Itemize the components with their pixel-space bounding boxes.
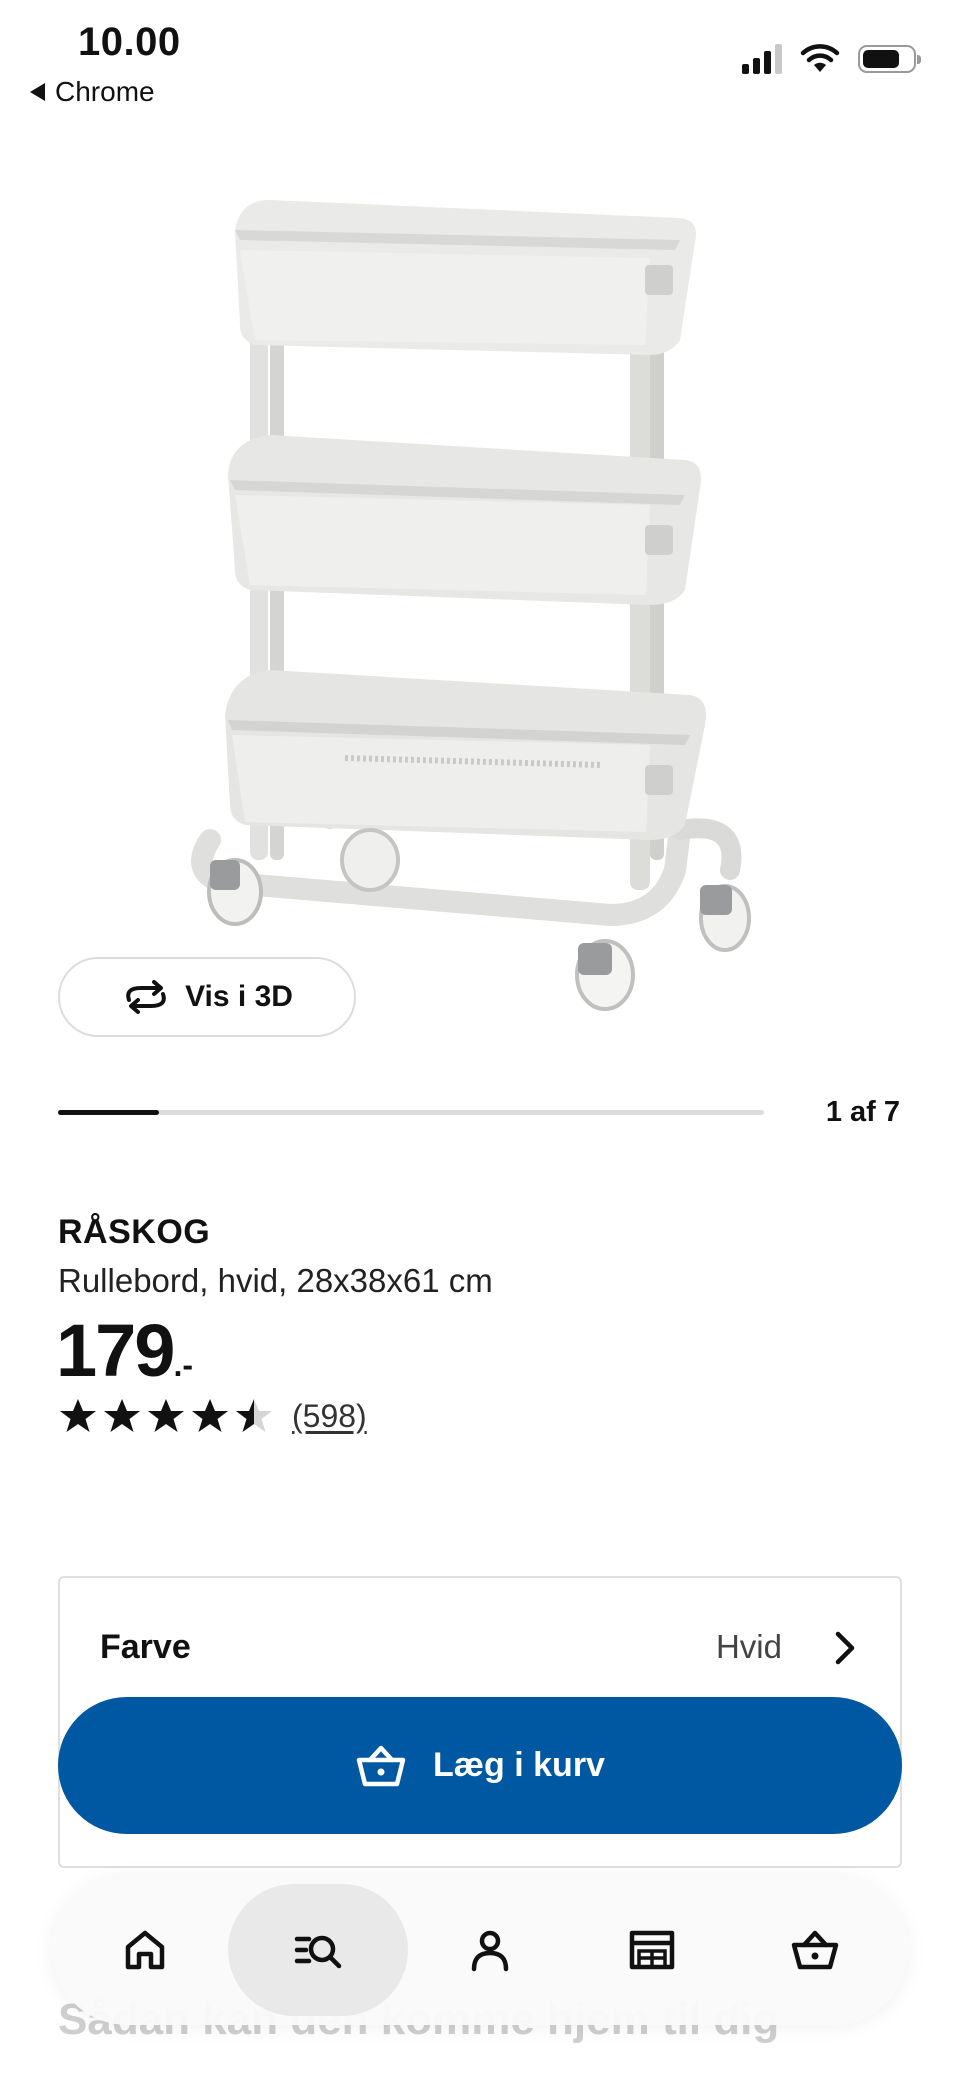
price-main: 179	[56, 1309, 175, 1392]
view-in-3d-label: Vis i 3D	[185, 980, 293, 1013]
cellular-signal-icon	[742, 44, 782, 74]
rating[interactable]: (598)	[58, 1396, 367, 1436]
gallery-progress-fill	[58, 1110, 159, 1115]
star-icon	[104, 1399, 140, 1432]
add-to-cart-label: Læg i kurv	[433, 1746, 605, 1784]
status-time: 10.00	[78, 20, 181, 64]
wifi-icon	[800, 44, 840, 72]
gallery-progress-bar	[58, 1110, 764, 1115]
home-icon	[125, 1930, 165, 1970]
back-triangle-icon	[30, 83, 45, 101]
star-icon	[60, 1399, 96, 1432]
basket-icon	[791, 1930, 838, 1970]
gallery-counter: 1 af 7	[825, 1096, 900, 1128]
chevron-right-icon	[835, 1631, 855, 1665]
star-icon	[192, 1399, 228, 1432]
back-app-label: Chrome	[55, 76, 155, 107]
product-image-trolley[interactable]	[180, 170, 780, 1050]
back-to-app-link[interactable]: Chrome	[30, 76, 155, 108]
bottom-navigation	[52, 1875, 908, 2025]
review-count-link[interactable]: (598)	[292, 1398, 367, 1435]
product-name: RÅSKOG	[58, 1213, 211, 1251]
basket-icon	[356, 1745, 406, 1786]
view-in-3d-button[interactable]: Vis i 3D	[58, 957, 356, 1037]
price-suffix: .-	[173, 1347, 194, 1383]
store-icon	[630, 1930, 675, 1970]
color-option-value: Hvid	[715, 1628, 782, 1665]
product-description: Rullebord, hvid, 28x38x61 cm	[58, 1262, 493, 1299]
color-option-label: Farve	[100, 1628, 191, 1666]
nav-profile[interactable]	[410, 1884, 570, 2016]
rotate-3d-icon	[126, 980, 166, 1014]
status-bar: 10.00 Chrome	[0, 0, 960, 120]
nav-search[interactable]	[227, 1884, 408, 2016]
star-icon	[148, 1399, 184, 1432]
battery-icon	[858, 45, 921, 73]
system-icons	[742, 44, 921, 74]
nav-cart[interactable]	[735, 1884, 895, 2016]
search-list-icon	[294, 1935, 341, 1969]
product-price: 179 .-	[56, 1308, 193, 1393]
nav-store[interactable]	[572, 1884, 732, 2016]
rating-stars	[58, 1396, 274, 1436]
person-icon	[471, 1930, 509, 1972]
star-icon	[236, 1399, 272, 1432]
nav-home[interactable]	[65, 1884, 225, 2016]
add-to-cart-button[interactable]: Læg i kurv	[58, 1697, 902, 1834]
